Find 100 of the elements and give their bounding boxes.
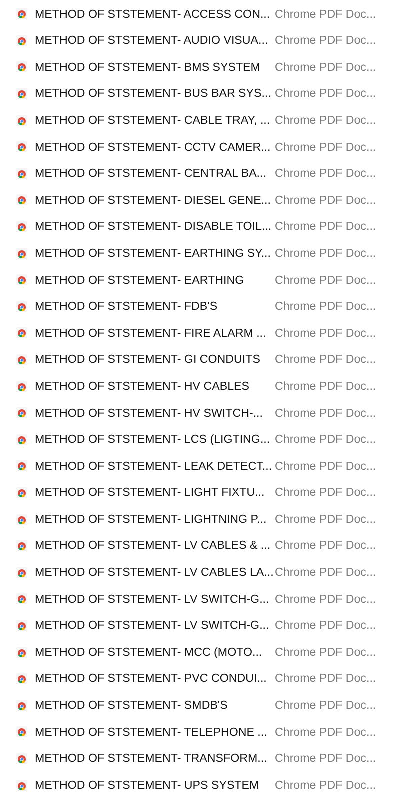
- file-type: Chrome PDF Doc...: [275, 458, 376, 475]
- chrome-pdf-file-icon: [16, 593, 28, 606]
- file-row[interactable]: METHOD OF STSTEMENT- LIGHTNING P... Chrome PDF Doc...: [0, 506, 400, 533]
- file-name: METHOD OF STSTEMENT- TRANSFORM...: [35, 751, 268, 768]
- file-row[interactable]: METHOD OF STSTEMENT- CCTV CAMER... Chrome PDF Doc...: [0, 134, 400, 161]
- file-type: Chrome PDF Doc...: [275, 112, 376, 129]
- file-type: Chrome PDF Doc...: [275, 432, 376, 448]
- file-name: METHOD OF STSTEMENT- LEAK DETECT...: [35, 458, 274, 475]
- file-name: METHOD OF STSTEMENT- GI CONDUITS: [35, 352, 262, 368]
- chrome-pdf-file-icon: [16, 141, 28, 154]
- chrome-pdf-file-icon: [16, 514, 28, 526]
- file-type: Chrome PDF Doc...: [275, 485, 376, 502]
- file-name: METHOD OF STSTEMENT- ACCESS CON...: [35, 6, 272, 23]
- chrome-pdf-file-icon: [16, 114, 28, 127]
- file-row[interactable]: METHOD OF STSTEMENT- LCS (LIGTING... Chrome PDF Doc...: [0, 426, 400, 454]
- file-name: METHOD OF STSTEMENT- LIGHT FIXTU...: [35, 485, 266, 502]
- file-row[interactable]: METHOD OF STSTEMENT- UPS SYSTEM Chrome PDF Doc...: [0, 772, 400, 799]
- file-type: Chrome PDF Doc...: [275, 192, 376, 209]
- file-row[interactable]: METHOD OF STSTEMENT- HV CABLES Chrome PDF Doc...: [0, 373, 400, 400]
- file-row[interactable]: METHOD OF STSTEMENT- LV CABLES LA...Chrome PDF Doc...: [0, 559, 400, 586]
- file-name: METHOD OF STSTEMENT- LV CABLES LA...: [35, 565, 275, 582]
- file-name: METHOD OF STSTEMENT- HV SWITCH-...: [35, 406, 264, 422]
- file-row[interactable]: METHOD OF STSTEMENT- MCC (MOTO... Chrome PDF Doc...: [0, 639, 400, 666]
- file-name: METHOD OF STSTEMENT- DIESEL GENE...: [35, 192, 272, 209]
- chrome-pdf-file-icon: [16, 780, 28, 792]
- file-type: Chrome PDF Doc...: [275, 352, 376, 368]
- file-row[interactable]: METHOD OF STSTEMENT- LV CABLES & ... Chrome PDF Doc...: [0, 532, 400, 560]
- chrome-pdf-file-icon: [16, 380, 28, 393]
- file-type: Chrome PDF Doc...: [275, 219, 376, 236]
- file-type: Chrome PDF Doc...: [275, 538, 376, 554]
- chrome-pdf-file-icon: [16, 620, 28, 632]
- chrome-pdf-file-icon: [16, 194, 28, 206]
- file-name: METHOD OF STSTEMENT- PVC CONDUI...: [35, 671, 268, 688]
- file-name: METHOD OF STSTEMENT- HV CABLES: [35, 378, 251, 395]
- file-row[interactable]: METHOD OF STSTEMENT- LIGHT FIXTU... Chrome PDF Doc...: [0, 480, 400, 506]
- chrome-pdf-file-icon: [16, 354, 28, 366]
- file-name: METHOD OF STSTEMENT- LIGHTNING P...: [35, 512, 268, 528]
- file-row[interactable]: METHOD OF STSTEMENT- TRANSFORM... Chrome PDF Doc...: [0, 746, 400, 772]
- file-type: Chrome PDF Doc...: [275, 618, 376, 634]
- file-type: Chrome PDF Doc...: [275, 512, 376, 528]
- file-type: Chrome PDF Doc...: [275, 60, 376, 76]
- file-row[interactable]: METHOD OF STSTEMENT- DISABLE TOIL... Chrome PDF Doc...: [0, 214, 400, 240]
- chrome-pdf-file-icon: [16, 168, 28, 180]
- file-row[interactable]: METHOD OF STSTEMENT- TELEPHONE ... Chrome PDF Doc...: [0, 719, 400, 746]
- file-row[interactable]: METHOD OF STSTEMENT- EARTHING SY... Chrome PDF Doc...: [0, 240, 400, 267]
- file-row[interactable]: METHOD OF STSTEMENT- DIESEL GENE... Chrome PDF Doc...: [0, 187, 400, 214]
- chrome-pdf-file-icon: [16, 327, 28, 340]
- chrome-pdf-file-icon: [16, 407, 28, 420]
- chrome-pdf-file-icon: [16, 300, 28, 313]
- file-name: METHOD OF STSTEMENT- EARTHING SY...: [35, 246, 272, 262]
- file-row[interactable]: METHOD OF STSTEMENT- LV SWITCH-G... Chrome PDF Doc...: [0, 612, 400, 640]
- file-row[interactable]: METHOD OF STSTEMENT- EARTHING Chrome PDF Doc...: [0, 266, 400, 294]
- file-name: METHOD OF STSTEMENT- CABLE TRAY, ...: [35, 112, 272, 129]
- file-row[interactable]: METHOD OF STSTEMENT- FDB'S Chrome PDF Doc...: [0, 294, 400, 320]
- file-row[interactable]: METHOD OF STSTEMENT- GI CONDUITS Chrome PDF Doc...: [0, 346, 400, 374]
- file-name: METHOD OF STSTEMENT- LV SWITCH-G...: [35, 592, 270, 608]
- file-name: METHOD OF STSTEMENT- LV SWITCH-G...: [35, 618, 270, 634]
- file-type: Chrome PDF Doc...: [275, 272, 376, 289]
- file-row[interactable]: METHOD OF STSTEMENT- CENTRAL BA... Chrome PDF Doc...: [0, 160, 400, 188]
- file-type: Chrome PDF Doc...: [275, 671, 376, 688]
- chrome-pdf-file-icon: [16, 700, 28, 712]
- chrome-pdf-file-icon: [16, 752, 28, 765]
- file-name: METHOD OF STSTEMENT- MCC (MOTO...: [35, 644, 264, 661]
- chrome-pdf-file-icon: [16, 486, 28, 499]
- chrome-pdf-file-icon: [16, 460, 28, 472]
- chrome-pdf-file-icon: [16, 274, 28, 286]
- file-type: Chrome PDF Doc...: [275, 378, 376, 395]
- file-name: METHOD OF STSTEMENT- EARTHING: [35, 272, 246, 289]
- file-row[interactable]: METHOD OF STSTEMENT- BUS BAR SYS... Chrome PDF Doc...: [0, 80, 400, 108]
- file-type: Chrome PDF Doc...: [275, 778, 376, 794]
- file-row[interactable]: METHOD OF STSTEMENT- LV SWITCH-G... Chrome PDF Doc...: [0, 586, 400, 613]
- file-row[interactable]: METHOD OF STSTEMENT- HV SWITCH-... Chrome PDF Doc...: [0, 400, 400, 426]
- file-name: METHOD OF STSTEMENT- AUDIO VISUA...: [35, 33, 270, 50]
- file-name: METHOD OF STSTEMENT- LV CABLES & ...: [35, 538, 272, 554]
- file-row[interactable]: METHOD OF STSTEMENT- CABLE TRAY, ... Chrome PDF Doc...: [0, 107, 400, 134]
- file-name: METHOD OF STSTEMENT- CCTV CAMER...: [35, 140, 272, 156]
- file-type: Chrome PDF Doc...: [275, 86, 376, 102]
- chrome-pdf-file-icon: [16, 434, 28, 446]
- file-row[interactable]: METHOD OF STSTEMENT- FIRE ALARM ... Chrome PDF Doc...: [0, 320, 400, 347]
- chrome-pdf-file-icon: [16, 566, 28, 579]
- file-type: Chrome PDF Doc...: [275, 724, 376, 741]
- chrome-pdf-file-icon: [16, 88, 28, 100]
- chrome-pdf-file-icon: [16, 248, 28, 260]
- file-name: METHOD OF STSTEMENT- FDB'S: [35, 299, 219, 316]
- file-name: METHOD OF STSTEMENT- FIRE ALARM ...: [35, 326, 268, 342]
- file-row[interactable]: METHOD OF STSTEMENT- BMS SYSTEM Chrome PDF Doc...: [0, 54, 400, 81]
- file-row[interactable]: METHOD OF STSTEMENT- SMDB'S Chrome PDF Doc...: [0, 692, 400, 720]
- file-row[interactable]: METHOD OF STSTEMENT- LEAK DETECT... Chrome PDF Doc...: [0, 453, 400, 480]
- file-type: Chrome PDF Doc...: [275, 299, 376, 316]
- chrome-pdf-file-icon: [16, 34, 28, 47]
- file-row[interactable]: METHOD OF STSTEMENT- AUDIO VISUA... Chrome PDF Doc...: [0, 28, 400, 54]
- file-type: Chrome PDF Doc...: [275, 698, 376, 714]
- chrome-pdf-file-icon: [16, 726, 28, 738]
- chrome-pdf-file-icon: [16, 61, 28, 74]
- file-type: Chrome PDF Doc...: [275, 565, 376, 582]
- file-name: METHOD OF STSTEMENT- LCS (LIGTING...: [35, 432, 272, 448]
- file-name: METHOD OF STSTEMENT- SMDB'S: [35, 698, 229, 714]
- file-name: METHOD OF STSTEMENT- BUS BAR SYS...: [35, 86, 272, 102]
- file-row[interactable]: METHOD OF STSTEMENT- PVC CONDUI... Chrome PDF Doc...: [0, 666, 400, 692]
- file-row[interactable]: METHOD OF STSTEMENT- ACCESS CON... Chrome PDF Doc...: [0, 1, 400, 28]
